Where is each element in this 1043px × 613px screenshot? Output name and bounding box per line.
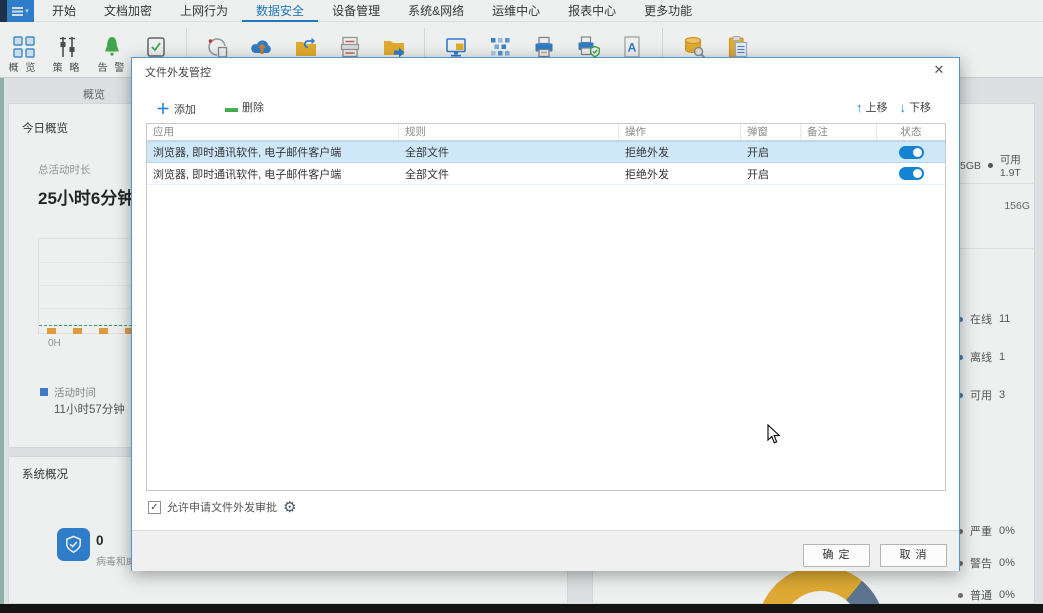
col-header-popup[interactable]: 弹窗 [741, 124, 801, 140]
delete-label: 删除 [242, 99, 264, 115]
cell-popup: 开启 [741, 144, 801, 160]
table-header-row: 应用 规则 操作 弹窗 备注 状态 [147, 124, 945, 141]
mouse-cursor [767, 424, 783, 446]
close-icon[interactable]: ✕ [930, 61, 948, 79]
approval-option: ✓ 允许申请文件外发审批 ⚙ [148, 499, 296, 515]
move-up-label: 上移 [866, 99, 888, 115]
table-row[interactable]: 浏览器, 即时通讯软件, 电子邮件客户端 全部文件 拒绝外发 开启 [147, 141, 945, 163]
col-header-status[interactable]: 状态 [877, 124, 945, 140]
col-header-remark[interactable]: 备注 [801, 124, 877, 140]
move-up-button[interactable]: ↑ 上移 [856, 99, 888, 115]
status-toggle-on[interactable] [899, 167, 924, 180]
status-toggle-on[interactable] [899, 146, 924, 159]
rules-table: 应用 规则 操作 弹窗 备注 状态 浏览器, 即时通讯软件, 电子邮件客户端 全… [146, 123, 946, 491]
subtitle-bar [0, 604, 1043, 613]
cell-status [877, 167, 945, 180]
arrow-down-icon: ↓ [900, 100, 907, 115]
file-outgoing-control-dialog: 文件外发管控 ✕ ＋ 添加 ▬ 删除 ↑ 上移 ↓ 下移 应用 规则 操作 [131, 57, 960, 571]
col-header-action[interactable]: 操作 [619, 124, 741, 140]
dialog-title: 文件外发管控 [145, 64, 211, 80]
arrow-up-icon: ↑ [856, 100, 863, 115]
cell-popup: 开启 [741, 166, 801, 182]
move-down-button[interactable]: ↓ 下移 [900, 99, 932, 115]
add-button[interactable]: ＋ 添加 [156, 99, 196, 119]
add-label: 添加 [174, 101, 196, 117]
cell-app: 浏览器, 即时通讯软件, 电子邮件客户端 [147, 144, 399, 160]
cell-rule: 全部文件 [399, 144, 619, 160]
approval-checkbox-checked[interactable]: ✓ [148, 501, 161, 514]
toggle-knob [913, 169, 922, 178]
table-row[interactable]: 浏览器, 即时通讯软件, 电子邮件客户端 全部文件 拒绝外发 开启 [147, 163, 945, 185]
move-down-label: 下移 [909, 99, 931, 115]
ok-button[interactable]: 确 定 [803, 544, 870, 567]
plus-icon: ＋ [156, 99, 170, 119]
cell-rule: 全部文件 [399, 166, 619, 182]
cell-action: 拒绝外发 [619, 166, 741, 182]
approval-label: 允许申请文件外发审批 [167, 499, 277, 515]
col-header-app[interactable]: 应用 [147, 124, 399, 140]
cell-app: 浏览器, 即时通讯软件, 电子邮件客户端 [147, 166, 399, 182]
gear-icon[interactable]: ⚙ [283, 501, 296, 514]
cell-action: 拒绝外发 [619, 144, 741, 160]
col-header-rule[interactable]: 规则 [399, 124, 619, 140]
toggle-knob [913, 148, 922, 157]
cell-status [877, 146, 945, 159]
delete-button[interactable]: ▬ 删除 [225, 99, 264, 115]
cancel-button[interactable]: 取 消 [880, 544, 947, 567]
minus-icon: ▬ [225, 100, 238, 115]
dialog-footer: 确 定 取 消 [132, 530, 959, 571]
screen: 概览 今日概览 总活动时长 25小时6分钟 0H 活动时间 11小时57分钟 系… [0, 0, 1043, 613]
